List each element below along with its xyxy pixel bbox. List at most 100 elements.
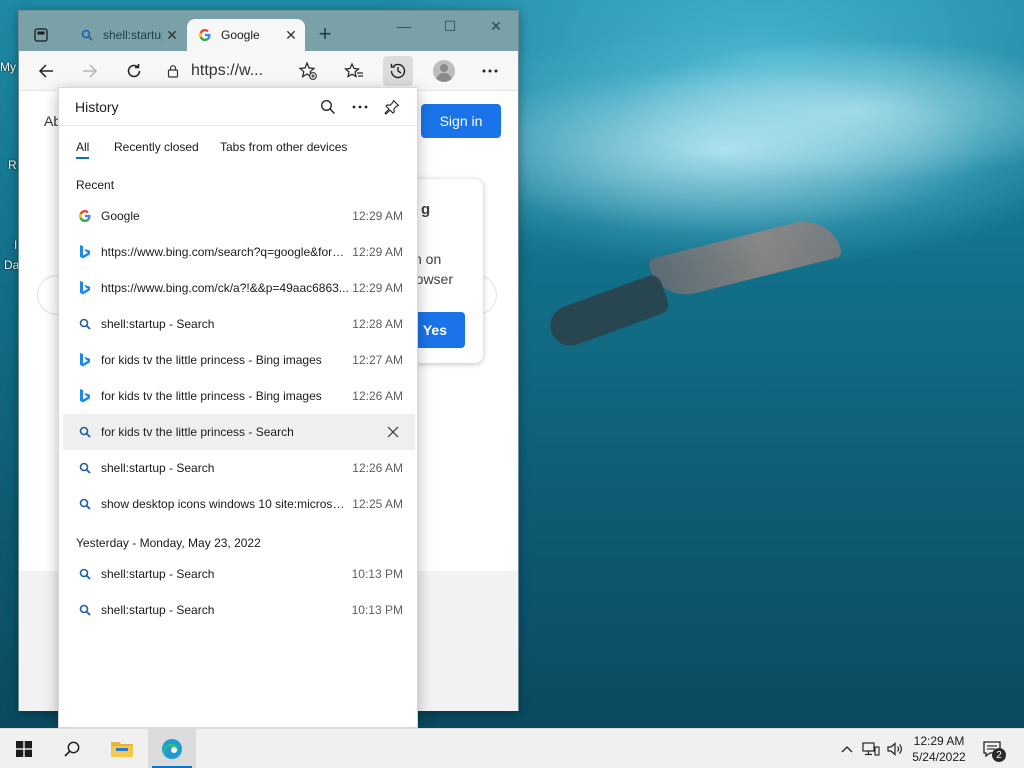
tab-title: shell:startup	[103, 28, 162, 42]
show-hidden-icons-button[interactable]	[838, 729, 856, 768]
taskbar: 12:29 AM 5/24/2022	[0, 728, 1024, 768]
bing-icon	[77, 280, 93, 296]
google-icon	[197, 27, 213, 43]
history-item[interactable]: shell:startup - Search 10:13 PM	[63, 556, 415, 592]
delete-history-item-button[interactable]	[383, 422, 403, 442]
history-section-label: Yesterday - Monday, May 23, 2022	[76, 536, 261, 550]
search-icon	[77, 424, 93, 440]
desktop-icon-label-my-computer[interactable]: My	[0, 60, 16, 74]
new-tab-button[interactable]: +	[313, 23, 337, 47]
tab-actions-button[interactable]	[27, 21, 55, 49]
close-window-button[interactable]: ✕	[473, 15, 519, 37]
history-item-time: 12:26 AM	[352, 389, 403, 403]
address-url[interactable]: https://w...	[191, 62, 275, 80]
history-item-time: 12:25 AM	[352, 497, 403, 511]
tab-close-button[interactable]: ✕	[162, 27, 182, 44]
chevron-up-icon	[841, 746, 853, 753]
close-icon	[387, 426, 399, 438]
history-item-title: shell:startup - Search	[101, 603, 215, 617]
edge-logo-icon	[162, 739, 182, 759]
browser-titlebar[interactable]: shell:startup ✕ Google ✕ + — ☐ ✕	[19, 11, 518, 51]
history-item[interactable]: shell:startup - Search 12:26 AM	[63, 450, 415, 486]
search-icon	[64, 741, 80, 757]
volume-button[interactable]	[884, 729, 906, 768]
history-item[interactable]: https://www.bing.com/ck/a?!&&p=49aac6863…	[63, 270, 415, 306]
search-icon	[77, 496, 93, 512]
history-item-title: for kids tv the little princess - Bing i…	[101, 353, 322, 367]
tab-close-button[interactable]: ✕	[281, 27, 301, 44]
history-item[interactable]: shell:startup - Search 12:28 AM	[63, 306, 415, 342]
history-item[interactable]: shell:startup - Search 10:13 PM	[63, 592, 415, 628]
tab-recently-closed[interactable]: Recently closed	[114, 140, 199, 154]
history-item-title: https://www.bing.com/ck/a?!&&p=49aac6863…	[101, 281, 349, 295]
file-explorer-button[interactable]	[98, 729, 146, 768]
favorites-button[interactable]	[339, 56, 369, 86]
more-options-button[interactable]	[475, 56, 505, 86]
forward-button[interactable]	[75, 56, 105, 86]
search-icon	[77, 602, 93, 618]
history-more-button[interactable]	[347, 94, 373, 120]
taskbar-search-button[interactable]	[48, 729, 96, 768]
desktop-icon-label-recycle[interactable]: R	[8, 158, 17, 172]
history-item-time: 12:29 AM	[352, 281, 403, 295]
forward-arrow-icon	[83, 64, 98, 78]
history-item-time: 12:27 AM	[352, 353, 403, 367]
star-add-icon	[298, 61, 317, 80]
google-icon	[77, 208, 93, 224]
history-item-time: 12:28 AM	[352, 317, 403, 331]
tab-title: Google	[221, 28, 260, 42]
history-search-button[interactable]	[315, 94, 341, 120]
history-item-title: Google	[101, 209, 140, 223]
more-dots-icon	[482, 69, 498, 73]
history-title: History	[75, 99, 119, 115]
back-button[interactable]	[31, 56, 61, 86]
history-item[interactable]: for kids tv the little princess - Bing i…	[63, 378, 415, 414]
history-item[interactable]: for kids tv the little princess - Search	[63, 414, 415, 450]
add-favorite-button[interactable]	[293, 56, 323, 86]
history-item[interactable]: for kids tv the little princess - Bing i…	[63, 342, 415, 378]
tab-all[interactable]: All	[76, 140, 90, 159]
clock-date: 5/24/2022	[912, 750, 966, 764]
tab-actions-icon	[34, 28, 48, 42]
tab-other-devices[interactable]: Tabs from other devices	[220, 140, 347, 154]
favorites-star-list-icon	[344, 62, 363, 78]
avatar-icon	[433, 60, 455, 82]
history-item[interactable]: show desktop icons windows 10 site:micro…	[63, 486, 415, 522]
network-icon	[862, 742, 880, 756]
history-item[interactable]: https://www.bing.com/search?q=google&for…	[63, 234, 415, 270]
search-icon	[321, 100, 335, 114]
history-clock-icon	[390, 63, 406, 79]
pin-icon	[384, 99, 400, 115]
search-icon	[79, 27, 95, 43]
pin-history-button[interactable]	[379, 94, 405, 120]
refresh-button[interactable]	[119, 56, 149, 86]
taskbar-clock[interactable]: 12:29 AM 5/24/2022	[906, 733, 972, 765]
profile-button[interactable]	[429, 56, 459, 86]
history-header: History	[59, 88, 417, 126]
edge-taskbar-button[interactable]	[148, 729, 196, 768]
folder-icon	[111, 742, 133, 757]
browser-toolbar: https://w...	[19, 51, 518, 91]
history-tabs: All Recently closed Tabs from other devi…	[59, 126, 417, 170]
minimize-button[interactable]: —	[381, 15, 427, 37]
network-button[interactable]	[860, 729, 882, 768]
history-item-title: shell:startup - Search	[101, 461, 215, 475]
start-button[interactable]	[0, 729, 48, 768]
history-item-title: for kids tv the little princess - Search	[101, 425, 294, 439]
history-item-title: show desktop icons windows 10 site:micro…	[101, 497, 351, 511]
history-item-title: shell:startup - Search	[101, 317, 215, 331]
sign-in-button[interactable]: Sign in	[421, 104, 501, 138]
desktop-icon-label-i[interactable]: I	[14, 238, 17, 252]
history-button[interactable]	[383, 56, 413, 86]
refresh-icon	[127, 64, 141, 78]
bing-icon	[77, 244, 93, 260]
tab-google[interactable]: Google ✕	[187, 19, 305, 51]
speaker-icon	[887, 742, 902, 756]
history-item[interactable]: Google 12:29 AM	[63, 198, 415, 234]
history-section-label: Recent	[76, 178, 115, 192]
lock-icon[interactable]	[161, 64, 185, 78]
windows-logo-icon	[16, 741, 32, 757]
maximize-button[interactable]: ☐	[427, 15, 473, 37]
tab-shell-startup[interactable]: shell:startup ✕	[69, 19, 186, 51]
history-item-title: shell:startup - Search	[101, 567, 215, 581]
